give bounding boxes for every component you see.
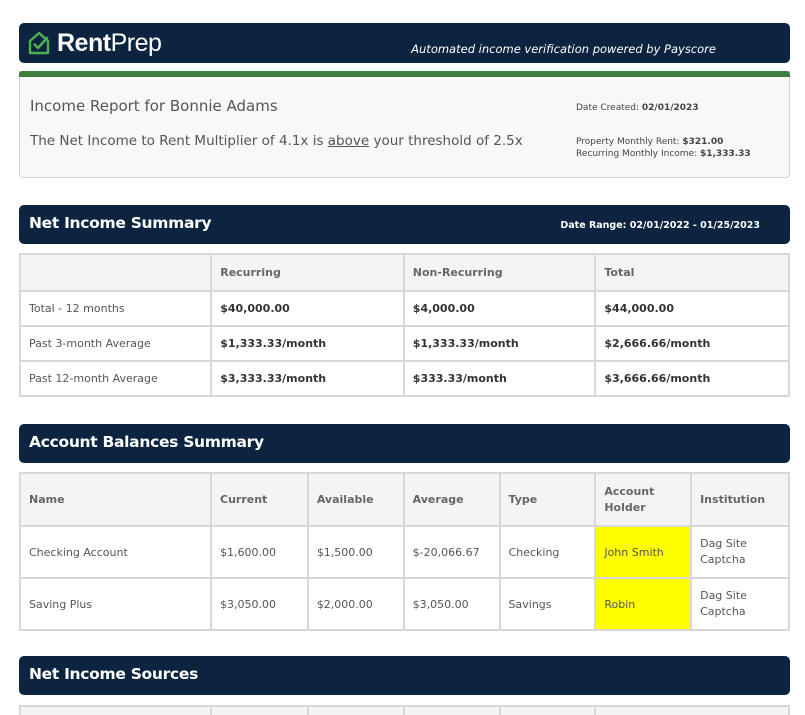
section-title: Net Income Sources: [29, 665, 199, 683]
status-bar: [19, 71, 790, 77]
average-balance: $3,050.00: [402, 577, 501, 631]
logo-wordmark: RentPrep: [57, 29, 162, 57]
section-title: Account Balances Summary: [29, 433, 264, 451]
table-row: Past 3-month Average $1,333.33/month $1,…: [18, 325, 790, 362]
table-header-row: [18, 705, 790, 715]
multiplier-statement: The Net Income to Rent Multiplier of 4.1…: [30, 133, 523, 149]
column-header: [307, 705, 405, 715]
recurring-value: $1,333.33/month: [210, 325, 405, 362]
account-name: Checking Account: [19, 525, 212, 579]
column-header: Account Holder: [594, 472, 693, 527]
non-recurring-value: $333.33/month: [402, 360, 597, 397]
row-label: Past 3-month Average: [18, 325, 213, 362]
table-header-row: Name Current Available Average Type Acco…: [19, 472, 790, 527]
account-holder: John Smith: [594, 525, 693, 579]
table-header-row: Recurring Non-Recurring Total: [18, 253, 790, 292]
rentprep-logo: RentPrep: [27, 29, 162, 57]
table-row: Checking Account $1,600.00 $1,500.00 $-2…: [19, 525, 790, 579]
account-holder: Robin: [594, 577, 693, 631]
table-row: Past 12-month Average $3,333.33/month $3…: [18, 360, 790, 397]
column-header: Non-Recurring: [402, 253, 597, 292]
available-balance: $2,000.00: [306, 577, 405, 631]
column-header: [498, 705, 597, 715]
account-balances-header: Account Balances Summary: [19, 424, 790, 463]
account-type: Checking: [498, 525, 597, 579]
column-header: Average: [402, 472, 501, 527]
recurring-income: Recurring Monthly Income: $1,333.33: [576, 149, 751, 159]
institution: Dag Site Captcha: [690, 577, 790, 631]
column-header: Current: [210, 472, 309, 527]
column-header: Institution: [690, 472, 790, 527]
column-header: Name: [19, 472, 212, 527]
table-row: Total - 12 months $40,000.00 $4,000.00 $…: [18, 290, 790, 327]
current-balance: $1,600.00: [210, 525, 309, 579]
header-banner: RentPrep Automated income verification p…: [19, 23, 790, 63]
total-value: $2,666.66/month: [594, 325, 790, 362]
table-row: Saving Plus $3,050.00 $2,000.00 $3,050.0…: [19, 577, 790, 631]
column-header: [210, 705, 310, 715]
house-check-icon: [28, 31, 50, 55]
total-value: $3,666.66/month: [594, 360, 790, 397]
available-balance: $1,500.00: [306, 525, 405, 579]
column-header: Recurring: [210, 253, 405, 292]
current-balance: $3,050.00: [210, 577, 309, 631]
report-title: Income Report for Bonnie Adams: [30, 97, 278, 115]
net-income-summary-table: Recurring Non-Recurring Total Total - 12…: [18, 253, 790, 397]
institution: Dag Site Captcha: [690, 525, 790, 579]
recurring-value: $3,333.33/month: [210, 360, 405, 397]
average-balance: $-20,066.67: [402, 525, 501, 579]
net-income-summary-header: Net Income Summary Date Range: 02/01/202…: [19, 205, 790, 244]
date-created: Date Created: 02/01/2023: [576, 103, 699, 113]
section-title: Net Income Summary: [29, 214, 212, 232]
column-header: Total: [594, 253, 790, 292]
property-rent: Property Monthly Rent: $321.00: [576, 137, 724, 147]
date-range: Date Range: 02/01/2022 - 01/25/2023: [560, 220, 760, 231]
row-label: Total - 12 months: [18, 290, 213, 327]
column-header: [594, 705, 790, 715]
column-header: [18, 705, 213, 715]
row-label: Past 12-month Average: [18, 360, 213, 397]
non-recurring-value: $1,333.33/month: [402, 325, 597, 362]
recurring-value: $40,000.00: [210, 290, 405, 327]
net-income-sources-table: [18, 705, 790, 715]
rent-income-info: Property Monthly Rent: $321.00 Recurring…: [576, 136, 751, 160]
column-header: Type: [498, 472, 597, 527]
column-header: [18, 253, 213, 292]
account-type: Savings: [498, 577, 597, 631]
report-summary-card: Income Report for Bonnie Adams The Net I…: [19, 71, 790, 178]
account-name: Saving Plus: [19, 577, 212, 631]
total-value: $44,000.00: [594, 290, 790, 327]
non-recurring-value: $4,000.00: [402, 290, 597, 327]
tagline: Automated income verification powered by…: [411, 42, 716, 56]
column-header: Available: [306, 472, 405, 527]
account-balances-table: Name Current Available Average Type Acco…: [19, 472, 790, 631]
net-income-sources-header: Net Income Sources: [19, 656, 790, 695]
column-header: [402, 705, 501, 715]
